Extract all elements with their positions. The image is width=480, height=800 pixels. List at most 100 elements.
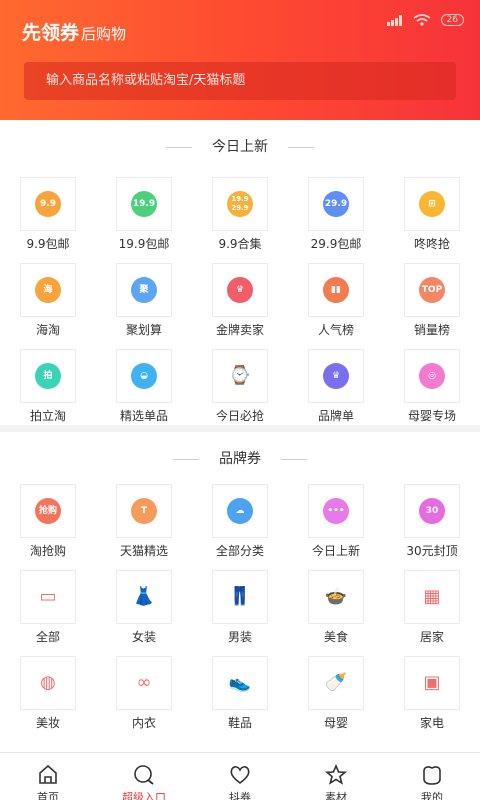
bottom-tab-bar: 首页 超级入口 抖券 素材 我的 bbox=[0, 752, 480, 800]
grid-item-icon-box: ◒ bbox=[116, 349, 172, 403]
grid-item[interactable]: ▦ 居家 bbox=[384, 570, 480, 656]
sales-top-icon: TOP bbox=[419, 277, 445, 303]
grid-item-icon-box: 9.9 bbox=[20, 177, 76, 231]
grid-item-label: 美妆 bbox=[35, 716, 60, 730]
grid-item-icon-box: 👟 bbox=[212, 656, 268, 710]
grid-item[interactable]: ∞ 内衣 bbox=[96, 656, 192, 742]
grid-item[interactable]: ◎ 母婴专场 bbox=[384, 349, 480, 435]
tab-0[interactable]: 首页 bbox=[0, 753, 96, 800]
grid-item[interactable]: ▮▮ 人气榜 bbox=[288, 263, 384, 349]
grid-item-icon-box: ⊞ bbox=[404, 177, 460, 231]
grid-item-label: 9.9包邮 bbox=[26, 237, 70, 251]
grid-item-icon-box: 🍲 bbox=[308, 570, 364, 624]
grid-item[interactable]: 👟 鞋品 bbox=[192, 656, 288, 742]
taoqiang-icon: 抢购 bbox=[35, 498, 61, 524]
grid-item[interactable]: 29.9 29.9包邮 bbox=[288, 177, 384, 263]
section-title: 今日上新 bbox=[0, 136, 480, 156]
grid-item-label: 内衣 bbox=[131, 716, 156, 730]
grid-item[interactable]: 拍拍立淘 bbox=[0, 349, 96, 435]
grid-item[interactable]: 9.9 9.9包邮 bbox=[0, 177, 96, 263]
heart-icon bbox=[228, 763, 252, 787]
category-grid: 抢购 淘抢购 T 天猫精选 ☁ 全部分类 ••• 今日上新 30 30元封顶 ▭ 全部 👗 女装 👖 男装 🍲 美… bbox=[0, 484, 480, 742]
grid-item-icon-box: 30 bbox=[404, 484, 460, 538]
gold-seller-icon: ♛ bbox=[227, 277, 253, 303]
today-new-icon: ••• bbox=[323, 498, 349, 524]
grid-item-icon-box: ▮▮ bbox=[308, 263, 364, 317]
section-brand-coupons: 品牌券 抢购 淘抢购 T 天猫精选 ☁ 全部分类 ••• 今日上新 30 30元封顶 ▭ 全部 👗 女装 👖… bbox=[0, 432, 480, 752]
grid-item[interactable]: 👖 男装 bbox=[192, 570, 288, 656]
popularity-chart-icon: ▮▮ bbox=[323, 277, 349, 303]
header: 先领券 后购物 26 输入商品名称或粘贴淘宝/天猫标题 bbox=[0, 0, 480, 120]
grid-item-icon-box: 海 bbox=[20, 263, 76, 317]
grid-item-icon-box: 19.9 29.9 bbox=[212, 177, 268, 231]
grid-item[interactable]: ♛ 品牌单 bbox=[288, 349, 384, 435]
grid-item[interactable]: ⊞ 咚咚抢 bbox=[384, 177, 480, 263]
status-bar: 26 bbox=[386, 14, 464, 26]
tab-label: 我的 bbox=[421, 791, 443, 800]
grid-item[interactable]: 抢购 淘抢购 bbox=[0, 484, 96, 570]
star-icon bbox=[324, 763, 348, 787]
grid-item-label: 30元封顶 bbox=[406, 544, 458, 558]
tab-1[interactable]: 超级入口 bbox=[96, 753, 192, 800]
grid-item[interactable]: ♛ 金牌卖家 bbox=[192, 263, 288, 349]
grid-item-label: 品牌单 bbox=[317, 409, 354, 423]
dress-icon: 👗 bbox=[132, 586, 156, 607]
battery-icon: 26 bbox=[440, 14, 464, 26]
grid-item[interactable]: 聚聚划算 bbox=[96, 263, 192, 349]
tab-label: 首页 bbox=[37, 791, 59, 800]
grid-item-icon-box: ◎ bbox=[404, 349, 460, 403]
grid-item[interactable]: 海海淘 bbox=[0, 263, 96, 349]
home-icon bbox=[36, 763, 60, 787]
grid-item[interactable]: 👗 女装 bbox=[96, 570, 192, 656]
badge-9-9-icon: 9.9 bbox=[35, 191, 61, 217]
grid-item-icon-box: 🍼 bbox=[308, 656, 364, 710]
section-title-text: 品牌券 bbox=[219, 451, 261, 467]
grid-item[interactable]: 🍲 美食 bbox=[288, 570, 384, 656]
grid-item[interactable]: ☁ 全部分类 bbox=[192, 484, 288, 570]
grid-item[interactable]: ◍ 美妆 bbox=[0, 656, 96, 742]
badge-19-9-icon: 19.9 bbox=[131, 191, 157, 217]
grid-item-icon-box: ⌚ bbox=[212, 349, 268, 403]
tab-label: 超级入口 bbox=[122, 791, 166, 800]
grid-row: ◍ 美妆 ∞ 内衣 👟 鞋品 🍼 母婴 ▣ 家电 bbox=[0, 656, 480, 742]
section-title-text: 今日上新 bbox=[212, 139, 268, 155]
grid-item[interactable]: T 天猫精选 bbox=[96, 484, 192, 570]
search-input[interactable]: 输入商品名称或粘贴淘宝/天猫标题 bbox=[24, 62, 456, 100]
grid-item-label: 金牌卖家 bbox=[215, 323, 264, 337]
grid-item[interactable]: 30 30元封顶 bbox=[384, 484, 480, 570]
grid-item[interactable]: 19.9 29.9 9.9合集 bbox=[192, 177, 288, 263]
app-title: 先领券 后购物 bbox=[22, 18, 126, 45]
grid-item-icon-box: 19.9 bbox=[116, 177, 172, 231]
tray-icon: ▭ bbox=[39, 586, 57, 607]
grid-item[interactable]: 19.9 19.9包邮 bbox=[96, 177, 192, 263]
tab-3[interactable]: 素材 bbox=[288, 753, 384, 800]
grid-item[interactable]: 🍼 母婴 bbox=[288, 656, 384, 742]
grid-item-icon-box: ♛ bbox=[308, 349, 364, 403]
photo-search-icon: 拍 bbox=[35, 363, 61, 389]
super-entry-icon bbox=[132, 763, 156, 787]
grid-item-label: 女装 bbox=[131, 630, 156, 644]
title-normal: 后购物 bbox=[81, 25, 127, 43]
grid-item[interactable]: ⌚ 今日必抢 bbox=[192, 349, 288, 435]
grid-item[interactable]: ▣ 家电 bbox=[384, 656, 480, 742]
pants-icon: 👖 bbox=[228, 586, 252, 607]
section-today-new: 今日上新 9.9 9.9包邮 19.9 19.9包邮 19.9 29.9 9.9合集 29.… bbox=[0, 120, 480, 425]
grid-item-label: 男装 bbox=[227, 630, 252, 644]
grid-item-label: 母婴 bbox=[323, 716, 348, 730]
grid-row: ▭ 全部 👗 女装 👖 男装 🍲 美食 ▦ 居家 bbox=[0, 570, 480, 656]
grid-item-label: 今日上新 bbox=[311, 544, 360, 558]
grid-item[interactable]: ◒ 精选单品 bbox=[96, 349, 192, 435]
home-goods-icon: ▦ bbox=[423, 586, 441, 607]
grid-item-icon-box: ▣ bbox=[404, 656, 460, 710]
grid-item[interactable]: ••• 今日上新 bbox=[288, 484, 384, 570]
profile-icon bbox=[420, 763, 444, 787]
wifi-icon bbox=[413, 14, 431, 26]
grid-item[interactable]: ▭ 全部 bbox=[0, 570, 96, 656]
tab-4[interactable]: 我的 bbox=[384, 753, 480, 800]
grid-item-label: 全部分类 bbox=[215, 544, 264, 558]
grid-item-icon-box: 聚 bbox=[116, 263, 172, 317]
grid-item[interactable]: TOP 销量榜 bbox=[384, 263, 480, 349]
tab-label: 素材 bbox=[325, 791, 347, 800]
lingerie-icon: ∞ bbox=[136, 672, 152, 693]
tab-2[interactable]: 抖券 bbox=[192, 753, 288, 800]
